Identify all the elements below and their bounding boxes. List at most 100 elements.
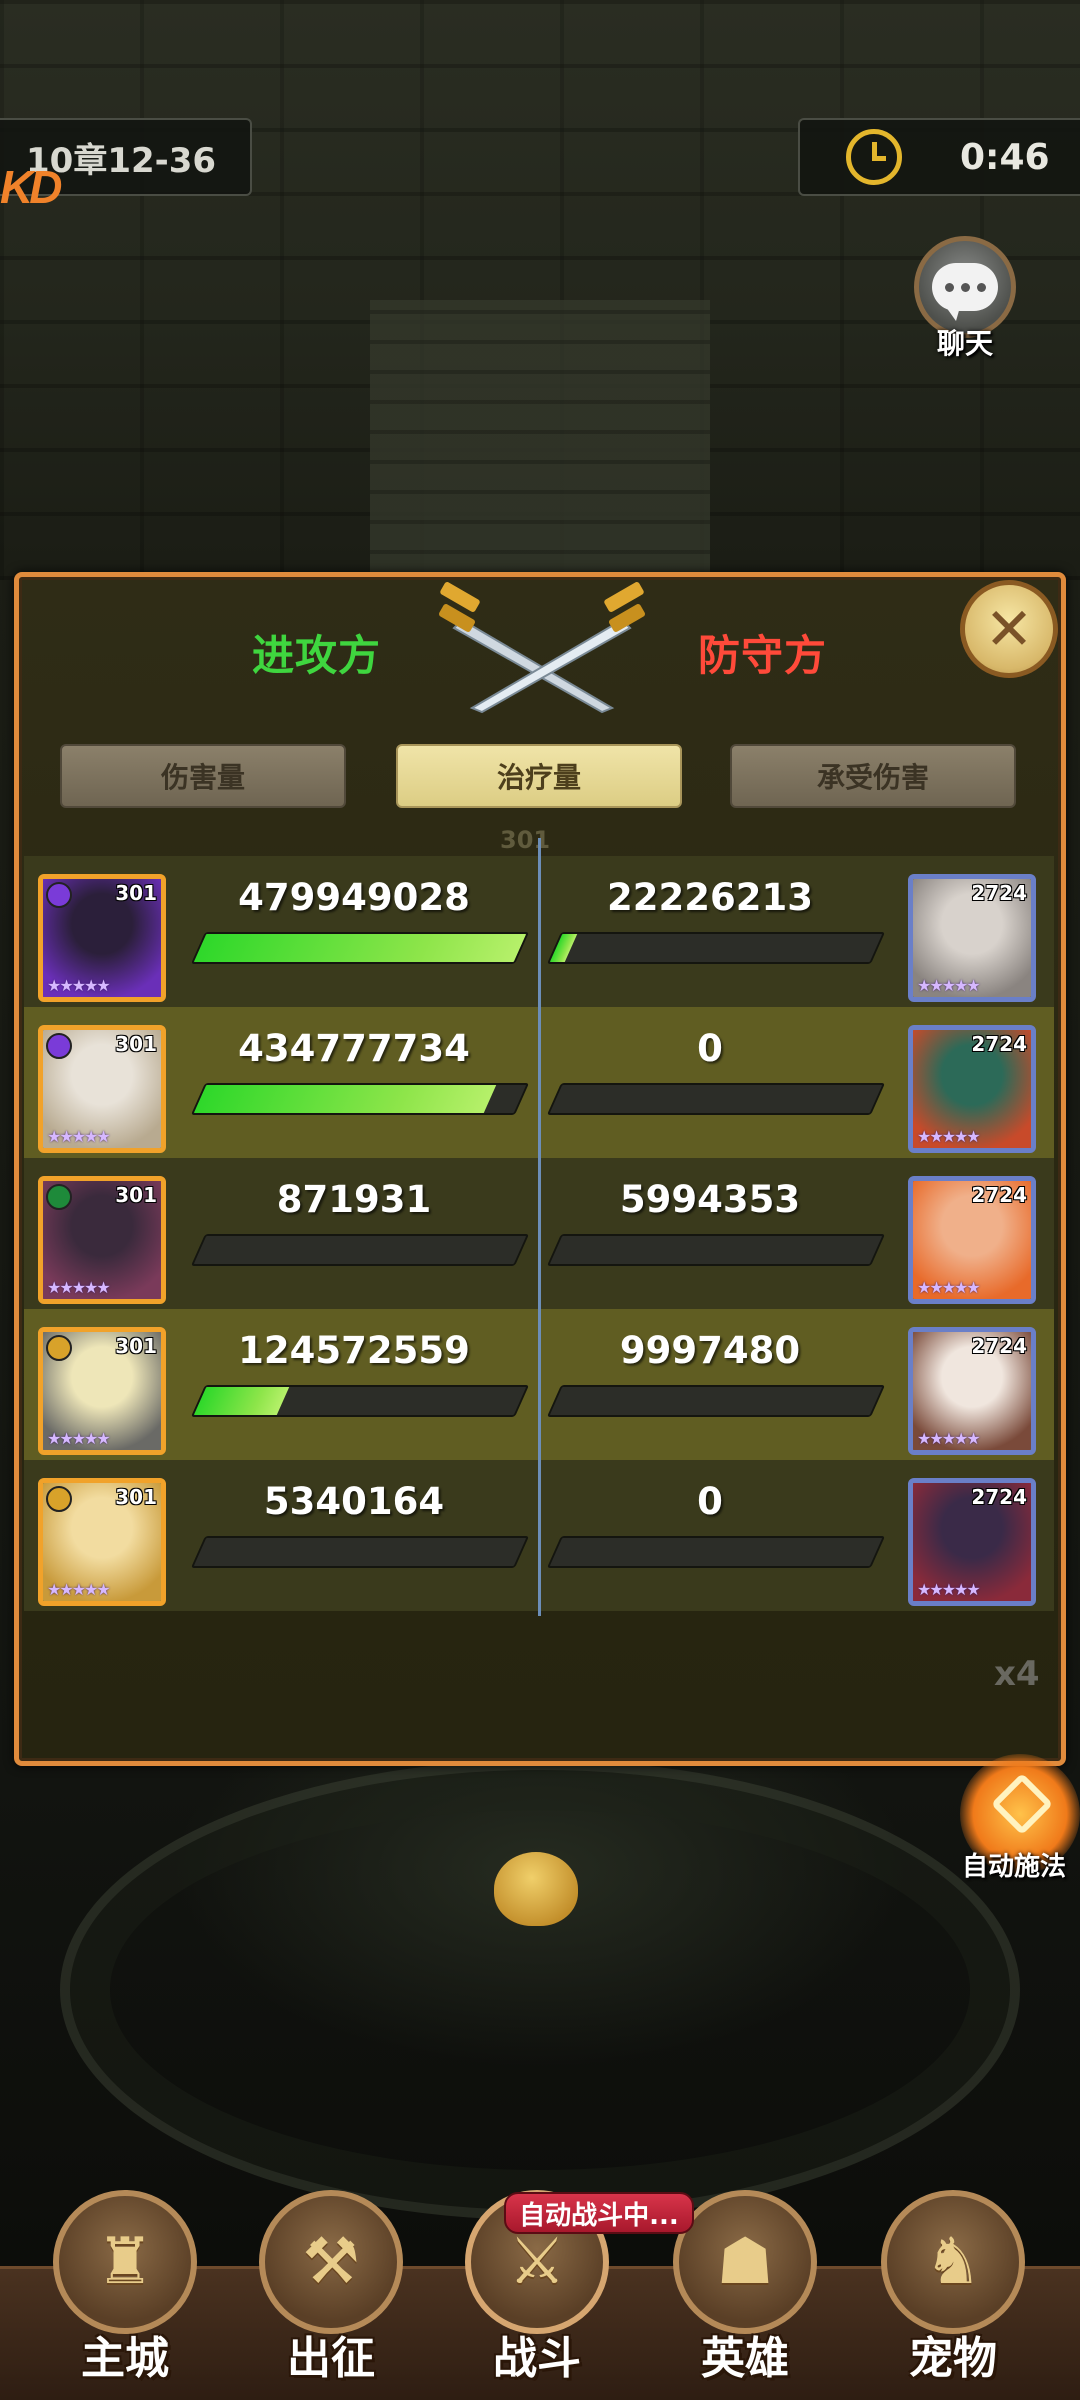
attacker-side-label: 进攻方 bbox=[252, 631, 382, 680]
nav-item-castle[interactable]: ♜ 主城 bbox=[50, 2190, 200, 2400]
battle-timer: 0:46 bbox=[798, 118, 1080, 196]
stat-bar-fill bbox=[193, 1236, 207, 1264]
attacker-stat-value: 434777734 bbox=[238, 1027, 470, 1070]
stat-bar-fill bbox=[549, 1538, 563, 1566]
tab-damage[interactable]: 伤害量 bbox=[60, 744, 346, 808]
defender-hero-avatar[interactable]: 2724 ★★★★★ bbox=[908, 874, 1036, 1002]
attacker-stat-value: 479949028 bbox=[238, 876, 470, 919]
castle-icon: ♜ bbox=[53, 2190, 197, 2334]
defender-hero-avatar[interactable]: 2724 ★★★★★ bbox=[908, 1025, 1036, 1153]
nav-label: 英雄 bbox=[701, 2333, 789, 2384]
defender-stat-bar bbox=[546, 932, 886, 964]
star-rating-icon: ★★★★★ bbox=[917, 1580, 981, 1599]
nav-label: 宠物 bbox=[909, 2333, 997, 2384]
attacker-stat-value: 871931 bbox=[276, 1178, 432, 1221]
nav-item-crossed-axes[interactable]: ⚒ 出征 bbox=[256, 2190, 406, 2400]
star-rating-icon: ★★★★★ bbox=[47, 1580, 111, 1599]
attacker-stat-bar bbox=[190, 1083, 530, 1115]
stat-bar-fill bbox=[193, 934, 527, 962]
attacker-hero-avatar[interactable]: 301 ★★★★★ bbox=[38, 1176, 166, 1304]
side-divider bbox=[538, 838, 541, 1616]
corner-mark: KD bbox=[0, 161, 62, 213]
defender-stat-value: 9997480 bbox=[619, 1329, 801, 1372]
hero-level: 2724 bbox=[971, 881, 1027, 905]
faction-badge-icon bbox=[46, 882, 72, 908]
star-rating-icon: ★★★★★ bbox=[917, 976, 981, 995]
tab-healing[interactable]: 治疗量 bbox=[396, 744, 682, 808]
faction-badge-icon bbox=[46, 1033, 72, 1059]
attacker-hero-avatar[interactable]: 301 ★★★★★ bbox=[38, 1025, 166, 1153]
defender-stat-value: 0 bbox=[697, 1027, 723, 1070]
stat-bar-fill bbox=[193, 1538, 207, 1566]
attacker-stat-bar bbox=[190, 1536, 530, 1568]
attacker-hero-avatar[interactable]: 301 ★★★★★ bbox=[38, 1327, 166, 1455]
auto-battle-tag: 自动战斗中... bbox=[504, 2192, 694, 2234]
faded-level-text: 301 bbox=[500, 826, 551, 854]
faction-badge-icon bbox=[46, 1486, 72, 1512]
nav-label: 战斗 bbox=[493, 2333, 581, 2384]
hero-level: 301 bbox=[115, 881, 157, 905]
hero-level: 301 bbox=[115, 1183, 157, 1207]
nav-label: 主城 bbox=[81, 2333, 169, 2384]
defender-side-label: 防守方 bbox=[698, 631, 828, 680]
chat-label: 聊天 bbox=[936, 327, 993, 360]
stat-bar-fill bbox=[193, 1387, 290, 1415]
close-icon: ✕ bbox=[984, 595, 1034, 663]
faction-badge-icon bbox=[46, 1184, 72, 1210]
star-rating-icon: ★★★★★ bbox=[47, 976, 111, 995]
star-rating-icon: ★★★★★ bbox=[47, 1278, 111, 1297]
hero-level: 2724 bbox=[971, 1183, 1027, 1207]
defender-hero-avatar[interactable]: 2724 ★★★★★ bbox=[908, 1176, 1036, 1304]
chick-pet-sprite bbox=[494, 1852, 578, 1926]
star-rating-icon: ★★★★★ bbox=[47, 1127, 111, 1146]
attacker-stat-bar bbox=[190, 1385, 530, 1417]
faction-badge-icon bbox=[46, 1335, 72, 1361]
defender-stat-bar bbox=[546, 1234, 886, 1266]
stats-tabs: 伤害量 治疗量 承受伤害 bbox=[60, 744, 1016, 808]
hero-level: 301 bbox=[115, 1334, 157, 1358]
timer-value: 0:46 bbox=[960, 136, 1050, 178]
defender-stat-value: 5994353 bbox=[619, 1178, 801, 1221]
stat-bar-fill bbox=[549, 1387, 563, 1415]
attacker-stat-bar bbox=[190, 1234, 530, 1266]
chat-bubble-icon bbox=[932, 263, 998, 321]
nav-item-dragon-pet[interactable]: ♞ 宠物 bbox=[878, 2190, 1028, 2400]
auto-cast-label: 自动施法 bbox=[961, 1852, 1066, 1882]
defender-hero-avatar[interactable]: 2724 ★★★★★ bbox=[908, 1478, 1036, 1606]
star-rating-icon: ★★★★★ bbox=[47, 1429, 111, 1448]
hero-level: 301 bbox=[115, 1032, 157, 1056]
hero-level: 2724 bbox=[971, 1334, 1027, 1358]
hero-level: 2724 bbox=[971, 1032, 1027, 1056]
hero-level: 301 bbox=[115, 1485, 157, 1509]
dragon-pet-icon: ♞ bbox=[881, 2190, 1025, 2334]
close-button[interactable]: ✕ bbox=[960, 580, 1058, 678]
attacker-stat-value: 124572559 bbox=[238, 1329, 470, 1372]
stat-bar-fill bbox=[549, 934, 577, 962]
hero-level: 2724 bbox=[971, 1485, 1027, 1509]
crossed-swords-icon bbox=[439, 582, 645, 714]
defender-stat-value: 22226213 bbox=[607, 876, 813, 919]
defender-stat-bar bbox=[546, 1385, 886, 1417]
crossed-axes-icon: ⚒ bbox=[259, 2190, 403, 2334]
stat-bar-fill bbox=[549, 1085, 563, 1113]
star-rating-icon: ★★★★★ bbox=[917, 1429, 981, 1448]
defender-stat-bar bbox=[546, 1536, 886, 1568]
attacker-hero-avatar[interactable]: 301 ★★★★★ bbox=[38, 874, 166, 1002]
attacker-hero-avatar[interactable]: 301 ★★★★★ bbox=[38, 1478, 166, 1606]
stat-bar-fill bbox=[193, 1085, 497, 1113]
star-rating-icon: ★★★★★ bbox=[917, 1278, 981, 1297]
tab-damage-taken[interactable]: 承受伤害 bbox=[730, 744, 1016, 808]
attacker-stat-value: 5340164 bbox=[263, 1480, 445, 1523]
hooded-hero-icon: ☗ bbox=[673, 2190, 817, 2334]
arena-circle bbox=[60, 1760, 1020, 2220]
attacker-stat-bar bbox=[190, 932, 530, 964]
defender-hero-avatar[interactable]: 2724 ★★★★★ bbox=[908, 1327, 1036, 1455]
nav-label: 出征 bbox=[287, 2333, 375, 2384]
stat-bar-fill bbox=[549, 1236, 563, 1264]
defender-stat-value: 0 bbox=[697, 1480, 723, 1523]
speed-multiplier[interactable]: x4 bbox=[994, 1654, 1040, 1694]
defender-stat-bar bbox=[546, 1083, 886, 1115]
star-rating-icon: ★★★★★ bbox=[917, 1127, 981, 1146]
clock-icon bbox=[846, 129, 902, 185]
stone-path bbox=[370, 300, 710, 580]
